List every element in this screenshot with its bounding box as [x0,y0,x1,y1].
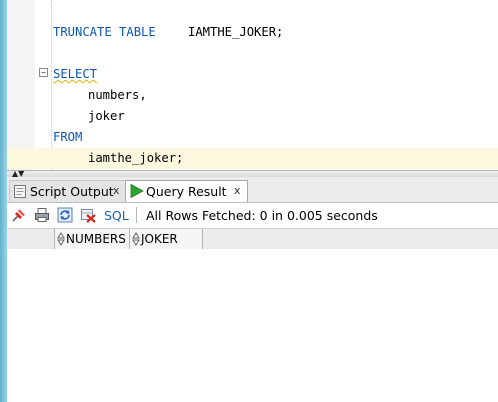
window-edge-stripe [0,0,7,402]
delete-icon[interactable] [80,207,96,223]
sort-icon[interactable] [132,232,140,246]
run-triangle-icon [130,184,144,198]
result-grid-header: NUMBERS JOKER [7,228,498,250]
sql-button[interactable]: SQL [104,208,129,223]
column-header-numbers[interactable]: NUMBERS [54,229,129,249]
column-label-joker: JOKER [141,232,178,246]
close-icon[interactable]: x [113,180,120,201]
pane-splitter[interactable] [7,170,498,177]
code-line-from[interactable]: FROM [7,127,498,148]
column-numbers: numbers, [88,88,147,102]
tab-script-output-label: Script Output [30,184,114,199]
code-line-joker[interactable]: joker [7,106,498,127]
code-line-table[interactable]: iamthe_joker; [7,148,498,169]
keyword-from: FROM [53,130,83,144]
print-icon[interactable] [34,207,50,223]
pin-icon[interactable] [11,207,27,223]
script-output-icon [14,185,26,198]
code-line-numbers[interactable]: numbers, [7,85,498,106]
row-number-header [7,229,54,249]
tab-query-result-label: Query Result [146,184,227,199]
result-grid-body[interactable] [7,249,498,402]
column-label-numbers: NUMBERS [66,232,126,246]
sort-icon[interactable] [57,232,65,246]
column-header-joker[interactable]: JOKER [129,229,203,249]
close-icon[interactable]: x [234,180,241,201]
table-name-lower: iamthe_joker; [88,151,184,165]
tab-query-result[interactable]: Query Result x [125,180,248,202]
sql-editor[interactable]: − TRUNCATE TABLE IAMTHE_JOKER; SELECT nu… [7,0,498,170]
refresh-icon[interactable] [57,207,73,223]
keyword-truncate-table: TRUNCATE TABLE [53,25,156,39]
output-tabbar: Script Output x Query Result x [7,177,498,203]
code-line-select[interactable]: SELECT [7,64,498,85]
keyword-select: SELECT [53,67,98,81]
result-toolbar: SQL All Rows Fetched: 0 in 0.005 seconds [7,203,498,228]
fetch-status: All Rows Fetched: 0 in 0.005 seconds [146,208,378,223]
tab-script-output[interactable]: Script Output x [9,180,127,202]
toolbar-divider [136,207,137,223]
code-line-truncate[interactable]: TRUNCATE TABLE IAMTHE_JOKER; [7,22,498,43]
table-name-upper: IAMTHE_JOKER; [188,25,284,39]
column-joker: joker [88,109,125,123]
